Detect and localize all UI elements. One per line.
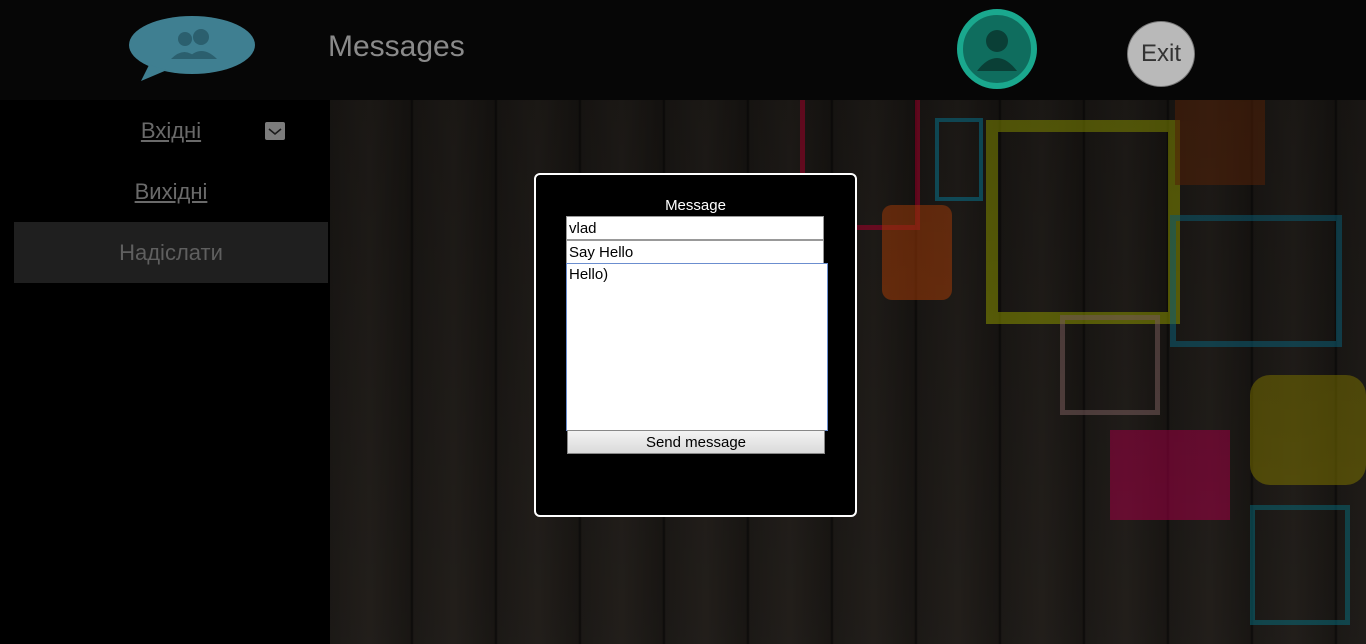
sidebar-item-send[interactable]: Надіслати (14, 222, 328, 283)
sidebar-item-outbox[interactable]: Вихідні (14, 161, 328, 222)
chat-logo-icon (127, 15, 257, 81)
sidebar-item-label: Вихідні (134, 178, 208, 204)
decor-frame (1060, 315, 1160, 415)
dialog-title: Message (665, 197, 726, 214)
header-bar: Messages Exit (0, 0, 1366, 100)
sidebar-item-label: Вхідні (140, 117, 202, 143)
send-message-button[interactable]: Send message (567, 430, 825, 454)
decor-frame (1170, 215, 1342, 347)
decor-frame (882, 205, 952, 300)
decor-frame (1250, 505, 1350, 625)
exit-button[interactable]: Exit (1127, 21, 1195, 87)
decor-frame (1175, 95, 1265, 185)
sidebar: Вхідні Вихідні Надіслати (14, 100, 328, 283)
message-body-textarea[interactable]: Hello) (566, 263, 828, 431)
sidebar-item-label: Надіслати (119, 239, 223, 265)
recipient-input[interactable] (566, 216, 824, 240)
decor-frame (1250, 375, 1366, 485)
decor-frame (986, 120, 1180, 324)
subject-input[interactable] (566, 240, 824, 264)
user-avatar-icon[interactable] (957, 9, 1037, 89)
message-dialog: Message Hello) Send message (534, 173, 857, 517)
envelope-icon (265, 122, 285, 140)
page-title: Messages (328, 30, 465, 63)
sidebar-item-inbox[interactable]: Вхідні (14, 100, 328, 161)
decor-frame (935, 118, 983, 201)
decor-frame (1110, 430, 1230, 520)
